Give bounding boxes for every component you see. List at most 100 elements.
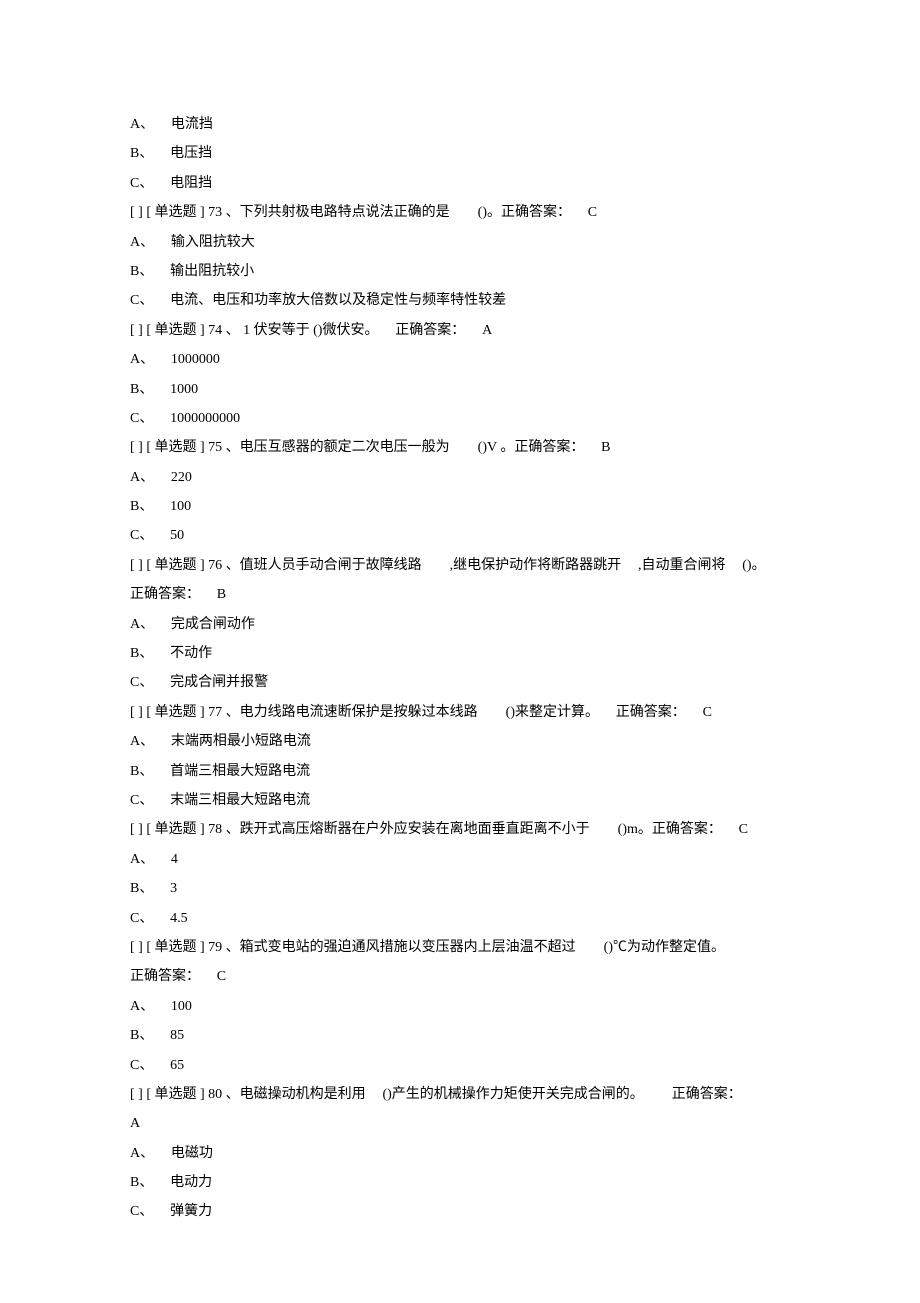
option-line: C、 65 xyxy=(130,1051,790,1080)
answer: A xyxy=(482,323,492,338)
option-label: A、 xyxy=(130,352,154,367)
option-text: 1000000000 xyxy=(170,411,240,426)
option-line: B、 输出阻抗较小 xyxy=(130,257,790,286)
option-text: 完成合闸动作 xyxy=(171,617,255,632)
option-label: B、 xyxy=(130,146,153,161)
option-line: B、 1000 xyxy=(130,375,790,404)
option-label: A、 xyxy=(130,235,154,250)
question-text: [ ] [ 单选题 ] 77 、电力线路电流速断保护是按躲过本线路 xyxy=(130,705,478,720)
question-tail: ()。 xyxy=(742,558,765,573)
option-text: 不动作 xyxy=(170,646,212,661)
option-line: A、 完成合闸动作 xyxy=(130,610,790,639)
option-line: A、 4 xyxy=(130,845,790,874)
option-text: 100 xyxy=(170,499,191,514)
question-blank: ()来整定计算。 xyxy=(506,705,599,720)
option-text: 电流挡 xyxy=(171,117,213,132)
question-line: [ ] [ 单选题 ] 79 、箱式变电站的强迫通风措施以变压器内上层油温不超过… xyxy=(130,933,790,962)
option-label: B、 xyxy=(130,764,153,779)
answer: B xyxy=(601,440,610,455)
question-text: [ ] [ 单选题 ] 80 、电磁操动机构是利用 xyxy=(130,1087,366,1102)
option-text: 电动力 xyxy=(170,1175,212,1190)
option-text: 4 xyxy=(171,852,178,867)
option-label: B、 xyxy=(130,499,153,514)
question-blank: ()V 。正确答案： xyxy=(478,440,585,455)
option-line: A、末端两相最小短路电流 xyxy=(130,727,790,756)
question-blank: ()℃为动作整定值。 xyxy=(604,940,725,955)
option-line: A、 输入阻抗较大 xyxy=(130,228,790,257)
question-line: [ ] [ 单选题 ] 74 、 1 伏安等于 ()微伏安。正确答案：A xyxy=(130,316,790,345)
option-label: C、 xyxy=(130,1204,153,1219)
option-label: A、 xyxy=(130,1146,154,1161)
option-text: 100 xyxy=(171,999,192,1014)
option-label: B、 xyxy=(130,1175,153,1190)
option-label: B、 xyxy=(130,264,153,279)
option-text: 输出阻抗较小 xyxy=(170,264,254,279)
answer: C xyxy=(217,969,226,984)
option-text: 4.5 xyxy=(170,911,188,926)
question-mid: ,继电保护动作将断路器跳开 xyxy=(450,558,622,573)
option-line: C、 弹簧力 xyxy=(130,1197,790,1226)
option-text: 1000 xyxy=(170,382,198,397)
option-label: B、 xyxy=(130,1028,153,1043)
option-text: 电流、电压和功率放大倍数以及稳定性与频率特性较差 xyxy=(170,293,506,308)
answer-label: 正确答案： xyxy=(395,323,465,338)
answer: B xyxy=(217,587,226,602)
option-label: A、 xyxy=(130,852,154,867)
option-label: B、 xyxy=(130,382,153,397)
option-line: B、 首端三相最大短路电流 xyxy=(130,757,790,786)
option-line: A、1000000 xyxy=(130,345,790,374)
option-label: A、 xyxy=(130,470,154,485)
question-text: [ ] [ 单选题 ] 78 、跌开式高压熔断器在户外应安装在离地面垂直距离不小… xyxy=(130,822,590,837)
option-line: C、 电阻挡 xyxy=(130,169,790,198)
option-label: B、 xyxy=(130,646,153,661)
answer: C xyxy=(588,205,597,220)
option-label: C、 xyxy=(130,176,153,191)
option-line: C、 电流、电压和功率放大倍数以及稳定性与频率特性较差 xyxy=(130,286,790,315)
option-text: 电磁功 xyxy=(171,1146,213,1161)
question-text: [ ] [ 单选题 ] 75 、电压互感器的额定二次电压一般为 xyxy=(130,440,450,455)
question-text: [ ] [ 单选题 ] 76 、值班人员手动合闸于故障线路 xyxy=(130,558,422,573)
option-line: C、 末端三相最大短路电流 xyxy=(130,786,790,815)
question-line: [ ] [ 单选题 ] 80 、电磁操动机构是利用()产生的机械操作力矩使开关完… xyxy=(130,1080,790,1109)
option-text: 电压挡 xyxy=(170,146,212,161)
option-label: A、 xyxy=(130,117,154,132)
option-line: C、 4.5 xyxy=(130,904,790,933)
option-label: C、 xyxy=(130,411,153,426)
option-line: C、 1000000000 xyxy=(130,404,790,433)
question-line: [ ] [ 单选题 ] 76 、值班人员手动合闸于故障线路 ,继电保护动作将断路器… xyxy=(130,551,790,580)
option-text: 弹簧力 xyxy=(170,1204,212,1219)
answer-label: 正确答案： xyxy=(616,705,686,720)
option-label: C、 xyxy=(130,1058,153,1073)
question-blank: ()m。正确答案： xyxy=(618,822,722,837)
option-label: A、 xyxy=(130,617,154,632)
option-line: A、 电磁功 xyxy=(130,1139,790,1168)
option-line: C、 完成合闸并报警 xyxy=(130,668,790,697)
option-label: C、 xyxy=(130,793,153,808)
option-text: 完成合闸并报警 xyxy=(170,675,268,690)
answer: C xyxy=(739,822,748,837)
option-text: 首端三相最大短路电流 xyxy=(170,764,310,779)
option-label: C、 xyxy=(130,911,153,926)
option-label: C、 xyxy=(130,675,153,690)
answer-label: 正确答案： xyxy=(130,587,200,602)
option-text: 输入阻抗较大 xyxy=(171,235,255,250)
option-text: 65 xyxy=(170,1058,184,1073)
option-line: A、 电流挡 xyxy=(130,110,790,139)
option-label: C、 xyxy=(130,528,153,543)
question-line: 正确答案：C xyxy=(130,962,790,991)
option-line: A、 100 xyxy=(130,992,790,1021)
answer: A xyxy=(130,1116,140,1131)
question-text: [ ] [ 单选题 ] 73 、下列共射极电路特点说法正确的是 xyxy=(130,205,450,220)
option-text: 3 xyxy=(170,881,177,896)
option-line: B、 电动力 xyxy=(130,1168,790,1197)
option-text: 末端三相最大短路电流 xyxy=(170,793,310,808)
option-line: B、 电压挡 xyxy=(130,139,790,168)
question-line: A xyxy=(130,1109,790,1138)
option-text: 220 xyxy=(171,470,192,485)
option-label: A、 xyxy=(130,999,154,1014)
option-label: B、 xyxy=(130,881,153,896)
option-line: B、 不动作 xyxy=(130,639,790,668)
option-text: 电阻挡 xyxy=(170,176,212,191)
option-line: B、 3 xyxy=(130,874,790,903)
option-label: C、 xyxy=(130,293,153,308)
